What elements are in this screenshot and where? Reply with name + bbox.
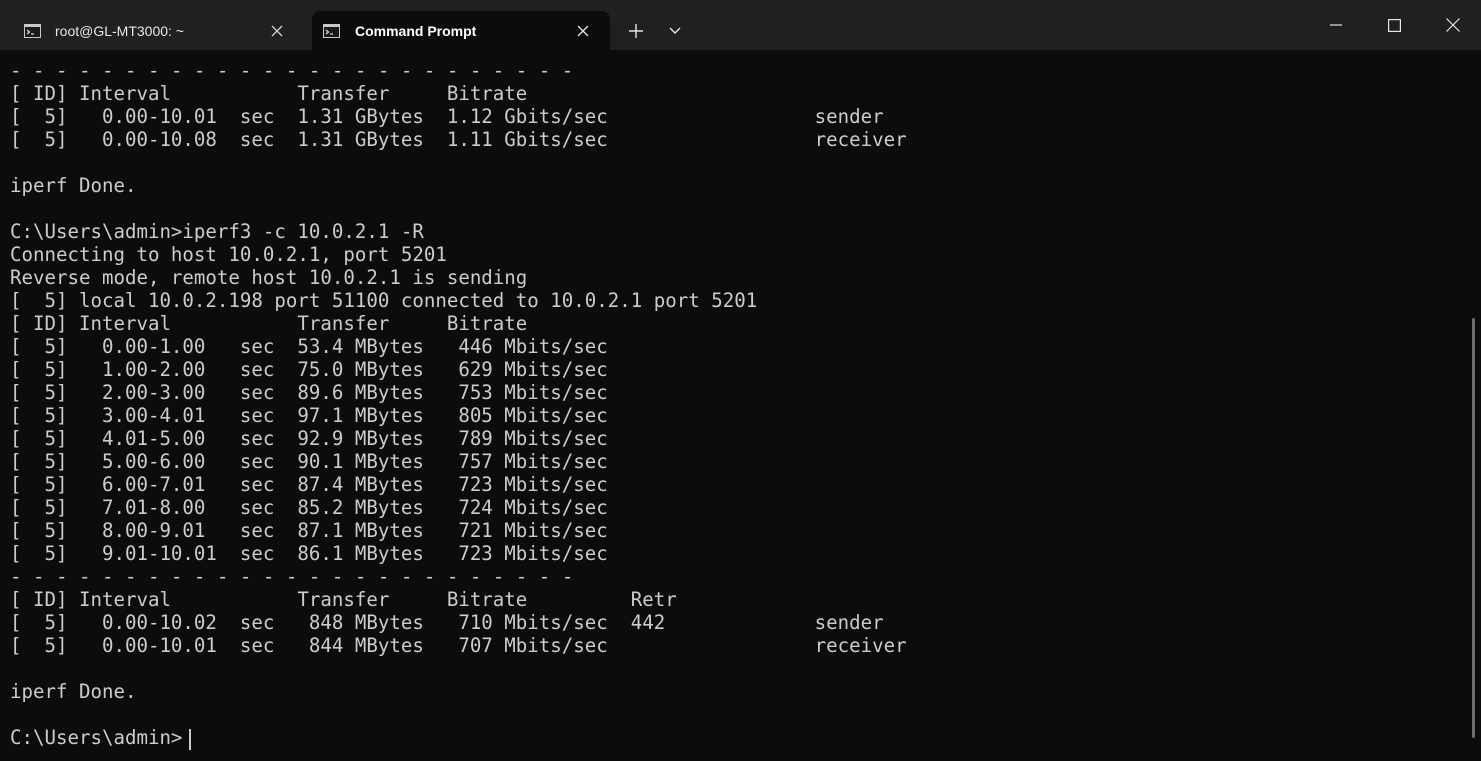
terminal-line: Reverse mode, remote host 10.0.2.1 is se… xyxy=(10,266,528,289)
terminal-line: - - - - - - - - - - - - - - - - - - - - … xyxy=(10,565,574,588)
tab-close-icon[interactable] xyxy=(568,16,598,46)
terminal-line: [ ID] Interval Transfer Bitrate xyxy=(10,312,528,335)
text-cursor xyxy=(189,729,191,750)
terminal-line: [ 5] 8.00-9.01 sec 87.1 MBytes 721 Mbits… xyxy=(10,519,608,542)
terminal-line: [ 5] 5.00-6.00 sec 90.1 MBytes 757 Mbits… xyxy=(10,450,608,473)
terminal-line: [ ID] Interval Transfer Bitrate xyxy=(10,82,528,105)
tab-label: Command Prompt xyxy=(355,22,477,39)
terminal-icon xyxy=(24,23,41,38)
close-icon xyxy=(1445,18,1460,32)
maximize-button[interactable] xyxy=(1366,0,1422,50)
terminal-line: [ 5] 7.01-8.00 sec 85.2 MBytes 724 Mbits… xyxy=(10,496,608,519)
terminal-line: [ 5] 3.00-4.01 sec 97.1 MBytes 805 Mbits… xyxy=(10,404,608,427)
terminal-line: - - - - - - - - - - - - - - - - - - - - … xyxy=(10,59,574,82)
terminal-line: [ 5] 1.00-2.00 sec 75.0 MBytes 629 Mbits… xyxy=(10,358,608,381)
terminal-line: [ 5] 0.00-10.01 sec 844 MBytes 707 Mbits… xyxy=(10,634,907,657)
terminal-line: iperf Done. xyxy=(10,174,137,197)
chevron-down-icon xyxy=(669,27,681,34)
terminal-line: [ 5] local 10.0.2.198 port 51100 connect… xyxy=(10,289,758,312)
terminal-line: C:\Users\admin>iperf3 -c 10.0.2.1 -R xyxy=(10,220,424,243)
minimize-icon xyxy=(1330,24,1342,26)
minimize-button[interactable] xyxy=(1308,0,1364,50)
tab-close-icon[interactable] xyxy=(262,16,292,46)
title-bar: root@GL-MT3000: ~ Command Prompt xyxy=(0,0,1481,50)
tab-label: root@GL-MT3000: ~ xyxy=(55,22,184,39)
terminal-line: [ 5] 9.01-10.01 sec 86.1 MBytes 723 Mbit… xyxy=(10,542,608,565)
tab-dropdown-button[interactable] xyxy=(660,15,690,47)
plus-icon xyxy=(629,24,643,38)
terminal-line: [ 5] 0.00-1.00 sec 53.4 MBytes 446 Mbits… xyxy=(10,335,608,358)
scrollbar-thumb[interactable] xyxy=(1472,318,1475,738)
terminal-line: C:\Users\admin> xyxy=(10,726,183,749)
terminal-icon xyxy=(323,23,340,38)
terminal-line: [ ID] Interval Transfer Bitrate Retr xyxy=(10,588,677,611)
terminal-line: [ 5] 6.00-7.01 sec 87.4 MBytes 723 Mbits… xyxy=(10,473,608,496)
maximize-icon xyxy=(1387,18,1401,32)
terminal-line: [ 5] 2.00-3.00 sec 89.6 MBytes 753 Mbits… xyxy=(10,381,608,404)
tab-command-prompt[interactable]: Command Prompt xyxy=(312,11,610,50)
new-tab-button[interactable] xyxy=(620,15,652,47)
terminal-line: [ 5] 0.00-10.08 sec 1.31 GBytes 1.11 Gbi… xyxy=(10,128,907,151)
terminal-line: [ 5] 0.00-10.01 sec 1.31 GBytes 1.12 Gbi… xyxy=(10,105,884,128)
terminal-line: iperf Done. xyxy=(10,680,137,703)
terminal-line: [ 5] 4.01-5.00 sec 92.9 MBytes 789 Mbits… xyxy=(10,427,608,450)
terminal-line: Connecting to host 10.0.2.1, port 5201 xyxy=(10,243,447,266)
tab-root-gl-mt3000[interactable]: root@GL-MT3000: ~ xyxy=(10,11,302,50)
close-window-button[interactable] xyxy=(1424,0,1481,50)
terminal-line: [ 5] 0.00-10.02 sec 848 MBytes 710 Mbits… xyxy=(10,611,884,634)
